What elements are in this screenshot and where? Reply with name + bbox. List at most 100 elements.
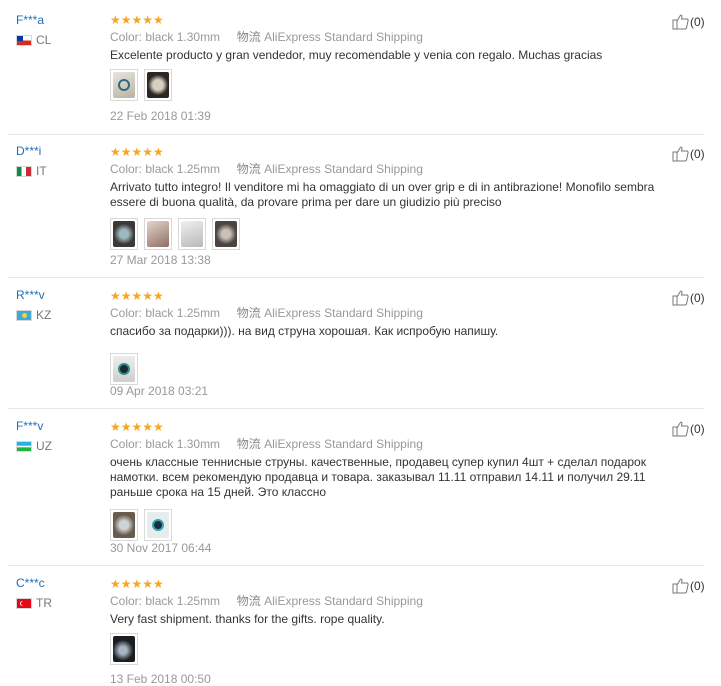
review-photo[interactable] bbox=[144, 509, 172, 541]
review-body: ★★★★★ Color: black 1.25mm 物流 AliExpress … bbox=[110, 577, 670, 686]
thumbs-up-icon bbox=[672, 578, 689, 594]
country-code: UZ bbox=[36, 439, 52, 453]
reviewer-name[interactable]: F***v bbox=[16, 419, 43, 433]
review-text: очень классные теннисные струны. качеств… bbox=[110, 455, 646, 499]
flag-tr-icon bbox=[16, 597, 32, 609]
review-text: Excelente producto y gran vendedor, muy … bbox=[110, 48, 603, 62]
country-code: KZ bbox=[36, 308, 52, 322]
review-photo[interactable] bbox=[110, 218, 138, 250]
rating-stars: ★★★★★ bbox=[110, 420, 164, 434]
color-value: black 1.25mm bbox=[145, 594, 221, 608]
thumbs-up-icon bbox=[672, 421, 689, 437]
review-photo[interactable] bbox=[178, 218, 206, 250]
review-date: 30 Nov 2017 06:44 bbox=[110, 541, 212, 555]
useful-count: (0) bbox=[690, 290, 705, 305]
reviewer-info: D***i IT bbox=[16, 144, 47, 178]
useful-button[interactable]: (0) bbox=[672, 13, 705, 30]
country-code: IT bbox=[36, 164, 47, 178]
country-code: TR bbox=[36, 596, 52, 610]
reviewer-info: F***v UZ bbox=[16, 419, 52, 453]
review-body: ★★★★★ Color: black 1.25mm 物流 AliExpress … bbox=[110, 145, 670, 267]
thumbs-up-icon bbox=[672, 14, 689, 30]
review-photo[interactable] bbox=[144, 218, 172, 250]
divider bbox=[8, 408, 704, 409]
reviewer-name[interactable]: C***c bbox=[16, 576, 45, 590]
shipping-value: AliExpress Standard Shipping bbox=[264, 306, 423, 320]
review-text: Very fast shipment. thanks for the gifts… bbox=[110, 612, 385, 626]
reviewer-name[interactable]: D***i bbox=[16, 144, 41, 158]
flag-kz-icon bbox=[16, 309, 32, 321]
review-photo[interactable] bbox=[144, 69, 172, 101]
review-photos bbox=[110, 69, 670, 101]
reviewer-country: KZ bbox=[16, 308, 51, 322]
color-value: black 1.30mm bbox=[145, 437, 221, 451]
review-date: 27 Mar 2018 13:38 bbox=[110, 253, 211, 267]
reviewer-country: CL bbox=[16, 33, 51, 47]
thumbs-up-icon bbox=[672, 290, 689, 306]
review-photos bbox=[110, 509, 670, 541]
useful-count: (0) bbox=[690, 146, 705, 161]
reviewer-info: R***v KZ bbox=[16, 288, 51, 322]
useful-button[interactable]: (0) bbox=[672, 289, 705, 306]
color-label: Color: bbox=[110, 437, 143, 451]
review-text: Arrivato tutto integro! Il venditore mi … bbox=[110, 180, 655, 209]
rating-stars: ★★★★★ bbox=[110, 289, 164, 303]
shipping-label: 物流 bbox=[236, 162, 261, 176]
reviewer-name[interactable]: F***a bbox=[16, 13, 44, 27]
review-date: 09 Apr 2018 03:21 bbox=[110, 384, 209, 398]
flag-cl-icon bbox=[16, 34, 32, 46]
review-meta: Color: black 1.25mm 物流 AliExpress Standa… bbox=[110, 594, 670, 608]
shipping-value: AliExpress Standard Shipping bbox=[264, 162, 423, 176]
review-meta: Color: black 1.25mm 物流 AliExpress Standa… bbox=[110, 306, 670, 320]
color-label: Color: bbox=[110, 30, 143, 44]
flag-it-icon bbox=[16, 165, 32, 177]
useful-count: (0) bbox=[690, 14, 705, 29]
useful-count: (0) bbox=[690, 578, 705, 593]
shipping-label: 物流 bbox=[236, 306, 261, 320]
useful-button[interactable]: (0) bbox=[672, 420, 705, 437]
color-label: Color: bbox=[110, 594, 143, 608]
review-body: ★★★★★ Color: black 1.25mm 物流 AliExpress … bbox=[110, 289, 670, 398]
reviewer-country: IT bbox=[16, 164, 47, 178]
shipping-value: AliExpress Standard Shipping bbox=[264, 594, 423, 608]
shipping-label: 物流 bbox=[236, 30, 261, 44]
review-date: 22 Feb 2018 01:39 bbox=[110, 109, 211, 123]
reviewer-country: UZ bbox=[16, 439, 52, 453]
review-text: спасибо за подарки))). на вид струна хор… bbox=[110, 324, 499, 338]
divider bbox=[8, 134, 704, 135]
useful-button[interactable]: (0) bbox=[672, 577, 705, 594]
reviewer-info: C***c TR bbox=[16, 576, 52, 610]
useful-button[interactable]: (0) bbox=[672, 145, 705, 162]
rating-stars: ★★★★★ bbox=[110, 145, 164, 159]
review-photos bbox=[110, 633, 670, 665]
review-meta: Color: black 1.25mm 物流 AliExpress Standa… bbox=[110, 162, 670, 176]
color-label: Color: bbox=[110, 162, 143, 176]
country-code: CL bbox=[36, 33, 52, 47]
reviewer-info: F***a CL bbox=[16, 13, 51, 47]
color-label: Color: bbox=[110, 306, 143, 320]
reviewer-country: TR bbox=[16, 596, 52, 610]
review-photo[interactable] bbox=[212, 218, 240, 250]
review-body: ★★★★★ Color: black 1.30mm 物流 AliExpress … bbox=[110, 420, 670, 555]
flag-uz-icon bbox=[16, 440, 32, 452]
rating-stars: ★★★★★ bbox=[110, 577, 164, 591]
review-meta: Color: black 1.30mm 物流 AliExpress Standa… bbox=[110, 30, 670, 44]
color-value: black 1.25mm bbox=[145, 162, 221, 176]
divider bbox=[8, 565, 704, 566]
review-photo[interactable] bbox=[110, 509, 138, 541]
review-photo[interactable] bbox=[110, 69, 138, 101]
review-photo[interactable] bbox=[110, 633, 138, 665]
thumbs-up-icon bbox=[672, 146, 689, 162]
review-photos bbox=[110, 353, 670, 385]
reviewer-name[interactable]: R***v bbox=[16, 288, 45, 302]
color-value: black 1.30mm bbox=[145, 30, 221, 44]
review-meta: Color: black 1.30mm 物流 AliExpress Standa… bbox=[110, 437, 670, 451]
shipping-value: AliExpress Standard Shipping bbox=[264, 437, 423, 451]
shipping-value: AliExpress Standard Shipping bbox=[264, 30, 423, 44]
useful-count: (0) bbox=[690, 421, 705, 436]
review-body: ★★★★★ Color: black 1.30mm 物流 AliExpress … bbox=[110, 13, 670, 123]
divider bbox=[8, 277, 704, 278]
color-value: black 1.25mm bbox=[145, 306, 221, 320]
rating-stars: ★★★★★ bbox=[110, 13, 164, 27]
review-photo[interactable] bbox=[110, 353, 138, 385]
